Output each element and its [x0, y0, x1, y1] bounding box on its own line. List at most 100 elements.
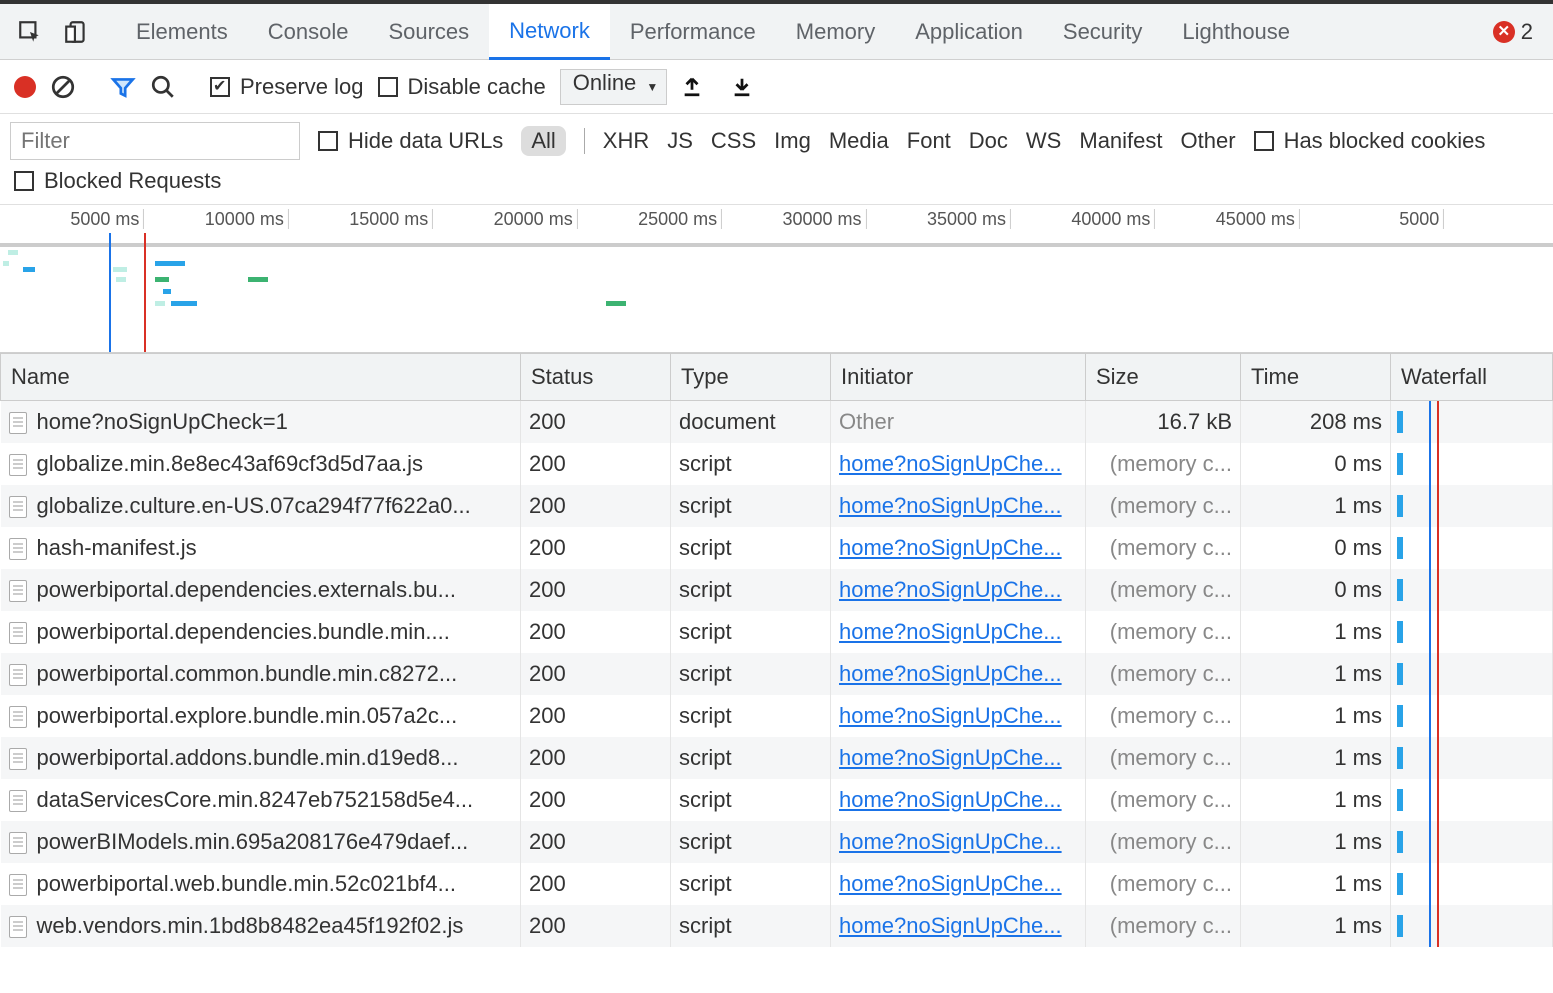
- initiator-link[interactable]: home?noSignUpChe...: [839, 451, 1062, 476]
- table-row[interactable]: powerbiportal.dependencies.bundle.min...…: [1, 611, 1553, 653]
- initiator-link[interactable]: home?noSignUpChe...: [839, 787, 1062, 812]
- table-row[interactable]: hash-manifest.js200scripthome?noSignUpCh…: [1, 527, 1553, 569]
- type-filter-ws[interactable]: WS: [1026, 128, 1061, 154]
- cell-name: globalize.culture.en-US.07ca294f77f622a0…: [1, 485, 521, 527]
- type-filter-js[interactable]: JS: [667, 128, 693, 154]
- cell-type: script: [671, 695, 831, 737]
- initiator-link[interactable]: home?noSignUpChe...: [839, 535, 1062, 560]
- tab-network[interactable]: Network: [489, 4, 610, 60]
- timeline-tick: 10000 ms: [205, 209, 289, 229]
- device-toolbar-icon[interactable]: [56, 19, 96, 45]
- blocked-requests-checkbox[interactable]: Blocked Requests: [14, 168, 221, 194]
- initiator-link[interactable]: home?noSignUpChe...: [839, 577, 1062, 602]
- initiator-link[interactable]: home?noSignUpChe...: [839, 703, 1062, 728]
- waterfall-bar: [1397, 705, 1403, 727]
- throttling-select[interactable]: Online: [560, 69, 668, 105]
- tab-application[interactable]: Application: [895, 4, 1043, 60]
- tab-elements[interactable]: Elements: [116, 4, 248, 60]
- initiator-link[interactable]: home?noSignUpChe...: [839, 661, 1062, 686]
- wf-domcontent-line: [1429, 653, 1431, 695]
- initiator-link[interactable]: home?noSignUpChe...: [839, 619, 1062, 644]
- col-header-size[interactable]: Size: [1086, 354, 1241, 401]
- cell-type: script: [671, 779, 831, 821]
- hide-data-urls-checkbox[interactable]: Hide data URLs: [318, 128, 503, 154]
- col-header-type[interactable]: Type: [671, 354, 831, 401]
- cell-time: 208 ms: [1241, 401, 1391, 443]
- record-button[interactable]: [14, 76, 36, 98]
- col-header-status[interactable]: Status: [521, 354, 671, 401]
- table-row[interactable]: home?noSignUpCheck=1200documentOther16.7…: [1, 401, 1553, 443]
- tab-performance[interactable]: Performance: [610, 4, 776, 60]
- filter-input[interactable]: [10, 122, 300, 160]
- tab-lighthouse[interactable]: Lighthouse: [1162, 4, 1310, 60]
- search-icon[interactable]: [150, 74, 176, 100]
- file-icon: [9, 538, 27, 560]
- wf-domcontent-line: [1429, 485, 1431, 527]
- cell-name: powerBIModels.min.695a208176e479daef...: [1, 821, 521, 863]
- cell-status: 200: [521, 401, 671, 443]
- preserve-log-checkbox[interactable]: Preserve log: [210, 74, 364, 100]
- waterfall-bar: [1397, 915, 1403, 937]
- type-filter-css[interactable]: CSS: [711, 128, 756, 154]
- table-row[interactable]: powerbiportal.explore.bundle.min.057a2c.…: [1, 695, 1553, 737]
- table-row[interactable]: powerbiportal.dependencies.externals.bu.…: [1, 569, 1553, 611]
- clear-log-icon[interactable]: [50, 74, 76, 100]
- cell-size: (memory c...: [1086, 821, 1241, 863]
- waterfall-bar: [1397, 495, 1403, 517]
- cell-name: powerbiportal.dependencies.bundle.min...…: [1, 611, 521, 653]
- col-header-waterfall[interactable]: Waterfall: [1391, 354, 1553, 401]
- wf-domcontent-line: [1429, 401, 1431, 443]
- cell-size: (memory c...: [1086, 905, 1241, 947]
- has-blocked-cookies-checkbox[interactable]: Has blocked cookies: [1254, 128, 1486, 154]
- checkbox-icon: [378, 77, 398, 97]
- wf-domcontent-line: [1429, 611, 1431, 653]
- table-row[interactable]: globalize.min.8e8ec43af69cf3d5d7aa.js200…: [1, 443, 1553, 485]
- waterfall-bar: [1397, 579, 1403, 601]
- initiator-link[interactable]: home?noSignUpChe...: [839, 493, 1062, 518]
- type-filter-media[interactable]: Media: [829, 128, 889, 154]
- initiator-link[interactable]: home?noSignUpChe...: [839, 745, 1062, 770]
- cell-type: script: [671, 527, 831, 569]
- cell-name: powerbiportal.web.bundle.min.52c021bf4..…: [1, 863, 521, 905]
- cell-status: 200: [521, 611, 671, 653]
- disable-cache-checkbox[interactable]: Disable cache: [378, 74, 546, 100]
- table-row[interactable]: globalize.culture.en-US.07ca294f77f622a0…: [1, 485, 1553, 527]
- cell-size: (memory c...: [1086, 653, 1241, 695]
- table-row[interactable]: powerBIModels.min.695a208176e479daef...2…: [1, 821, 1553, 863]
- timeline-tick: 15000 ms: [349, 209, 433, 229]
- type-filter-img[interactable]: Img: [774, 128, 811, 154]
- network-overview[interactable]: 5000 ms10000 ms15000 ms20000 ms25000 ms3…: [0, 205, 1553, 353]
- table-row[interactable]: powerbiportal.common.bundle.min.c8272...…: [1, 653, 1553, 695]
- cell-initiator: home?noSignUpChe...: [831, 905, 1086, 947]
- tab-sources[interactable]: Sources: [368, 4, 489, 60]
- file-icon: [9, 412, 27, 434]
- filter-toggle-icon[interactable]: [110, 74, 136, 100]
- table-row[interactable]: web.vendors.min.1bd8b8482ea45f192f02.js2…: [1, 905, 1553, 947]
- initiator-link[interactable]: home?noSignUpChe...: [839, 913, 1062, 938]
- tab-memory[interactable]: Memory: [776, 4, 895, 60]
- table-row[interactable]: powerbiportal.web.bundle.min.52c021bf4..…: [1, 863, 1553, 905]
- devtools-tabs-bar: ElementsConsoleSourcesNetworkPerformance…: [0, 4, 1553, 60]
- type-filter-font[interactable]: Font: [907, 128, 951, 154]
- initiator-link[interactable]: home?noSignUpChe...: [839, 871, 1062, 896]
- type-filter-other[interactable]: Other: [1181, 128, 1236, 154]
- table-row[interactable]: dataServicesCore.min.8247eb752158d5e4...…: [1, 779, 1553, 821]
- error-badge[interactable]: ✕ 2: [1493, 19, 1553, 45]
- col-header-initiator[interactable]: Initiator: [831, 354, 1086, 401]
- table-row[interactable]: powerbiportal.addons.bundle.min.d19ed8..…: [1, 737, 1553, 779]
- col-header-time[interactable]: Time: [1241, 354, 1391, 401]
- inspect-element-icon[interactable]: [10, 19, 50, 45]
- type-filter-all[interactable]: All: [521, 126, 565, 156]
- type-filter-manifest[interactable]: Manifest: [1079, 128, 1162, 154]
- initiator-link[interactable]: home?noSignUpChe...: [839, 829, 1062, 854]
- tab-security[interactable]: Security: [1043, 4, 1162, 60]
- col-header-name[interactable]: Name: [1, 354, 521, 401]
- wf-load-line: [1437, 485, 1439, 527]
- cell-name: hash-manifest.js: [1, 527, 521, 569]
- export-har-icon[interactable]: [731, 76, 753, 98]
- type-filter-doc[interactable]: Doc: [969, 128, 1008, 154]
- file-icon: [9, 790, 27, 812]
- type-filter-xhr[interactable]: XHR: [603, 128, 649, 154]
- import-har-icon[interactable]: [681, 76, 703, 98]
- tab-console[interactable]: Console: [248, 4, 369, 60]
